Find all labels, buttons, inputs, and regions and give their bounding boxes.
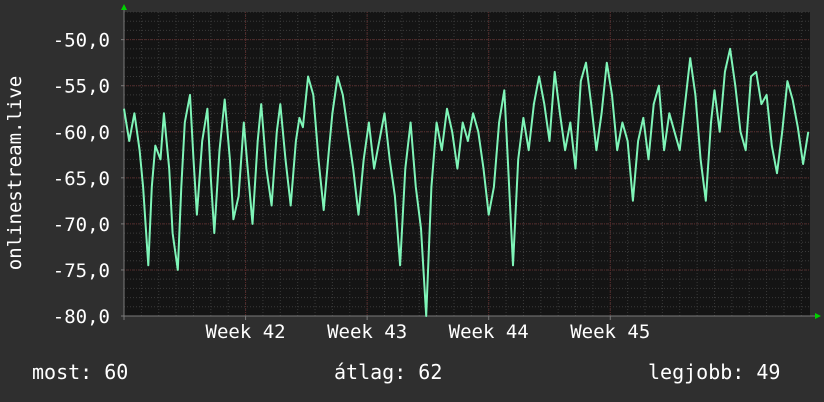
- stat-average-value: 62: [418, 360, 443, 384]
- stat-current-label: most:: [32, 360, 93, 384]
- y-axis-arrow: [121, 4, 127, 10]
- y-tick-label: -75,0: [53, 260, 110, 282]
- stat-best-label: legjobb:: [648, 360, 745, 384]
- y-tick-label: -50,0: [53, 30, 110, 52]
- y-axis-label-text: onlinestream.live: [4, 75, 26, 271]
- y-tick-label: -65,0: [53, 168, 110, 190]
- x-tick-label: Week 45: [570, 321, 650, 343]
- stats-bar: most: 60 átlag: 62 legjobb: 49: [0, 360, 824, 390]
- x-tick-label: Week 44: [449, 321, 529, 343]
- y-tick-label: -80,0: [53, 306, 110, 328]
- y-axis-label: onlinestream.live: [4, 28, 26, 318]
- stat-average: átlag: 62: [334, 360, 442, 384]
- y-tick-label: -55,0: [53, 76, 110, 98]
- x-tick-label: Week 42: [206, 321, 286, 343]
- x-tick-label: Week 43: [327, 321, 407, 343]
- stat-current-value: 60: [104, 360, 129, 384]
- y-tick-label: -60,0: [53, 122, 110, 144]
- stat-current: most: 60: [32, 360, 128, 384]
- y-tick-label: -70,0: [53, 214, 110, 236]
- stat-best: legjobb: 49: [648, 360, 780, 384]
- stat-average-label: átlag:: [334, 360, 407, 384]
- stat-best-value: 49: [756, 360, 781, 384]
- line-chart: -50,0 -55,0 -60,0 -65,0 -70,0 -75,0 -80,0 Week …: [53, 4, 821, 343]
- x-axis-arrow: [815, 313, 821, 319]
